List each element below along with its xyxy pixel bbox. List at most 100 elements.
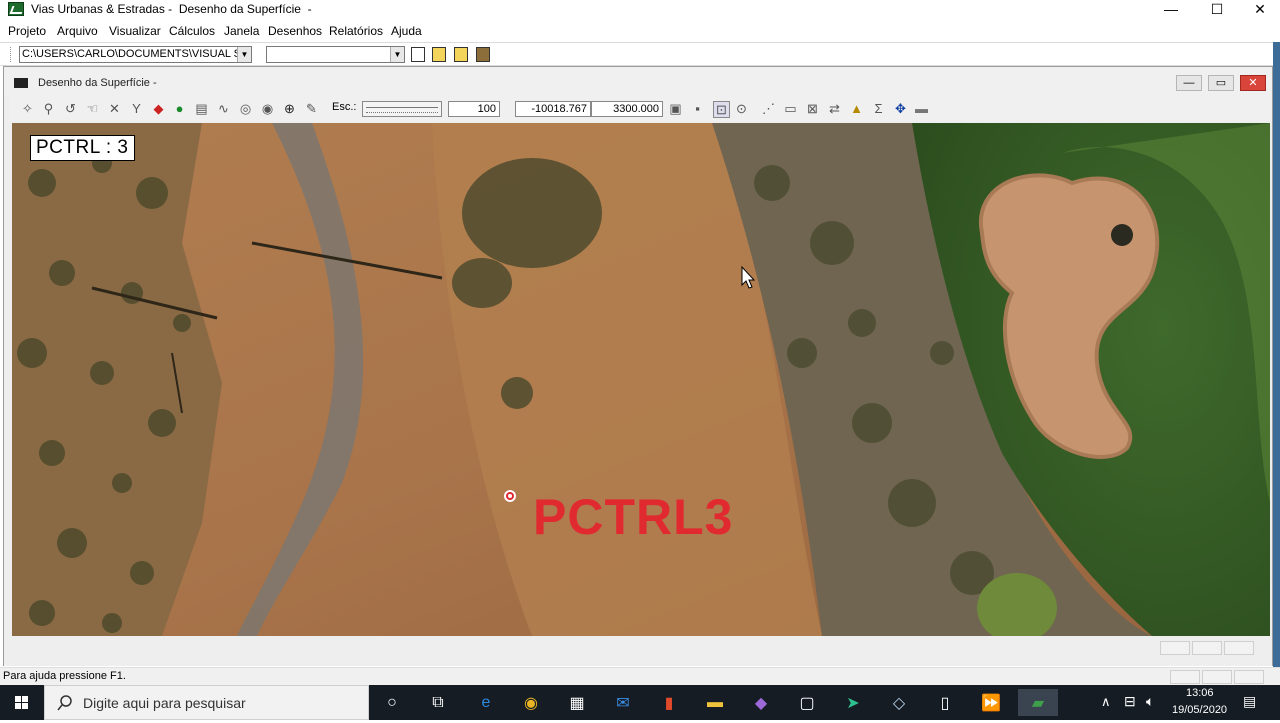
layer-icon[interactable]: ▤ — [194, 101, 209, 116]
menu-relatorios[interactable]: Relatórios — [329, 24, 383, 38]
status-help-text: Para ajuda pressione F1. — [3, 670, 126, 682]
menu-projeto[interactable]: Projeto — [8, 24, 46, 38]
aerial-image — [12, 123, 1270, 636]
volume-icon[interactable]: 🔈︎ — [1146, 693, 1154, 710]
network-icon[interactable]: ⊟ — [1124, 693, 1136, 710]
scale-value-field[interactable]: 100 — [448, 101, 500, 117]
save-view-icon[interactable]: ▣ — [668, 101, 683, 116]
disk-icon[interactable]: ▪ — [690, 101, 705, 116]
chrome-icon[interactable]: ◉ — [511, 689, 551, 716]
app-title: Vias Urbanas & Estradas - Desenho da Sup… — [31, 2, 312, 16]
contour-icon[interactable]: ⋰ — [761, 101, 776, 116]
menu-bar: Projeto Arquivo Visualizar Cálculos Jane… — [0, 21, 1280, 41]
lock-icon[interactable]: ▲ — [849, 101, 864, 116]
hand-icon[interactable]: ☜ — [85, 101, 100, 116]
swap-icon[interactable]: ⇄ — [827, 101, 842, 116]
globe-dark-icon[interactable]: ⊕ — [282, 101, 297, 116]
notifications-icon[interactable]: ▤ — [1243, 693, 1256, 710]
scale-label: Esc.: — [332, 101, 357, 113]
media-app-icon[interactable]: ⏩ — [971, 689, 1011, 716]
search-placeholder: Digite aqui para pesquisar — [83, 695, 246, 711]
new-document-icon[interactable] — [411, 47, 425, 62]
zoom-icon[interactable]: ⊙ — [734, 101, 749, 116]
delete-icon[interactable]: ⊠ — [805, 101, 820, 116]
background-window-edge — [1273, 42, 1280, 667]
app-title-bar: Vias Urbanas & Estradas - Desenho da Sup… — [0, 0, 1280, 19]
document-app-icon[interactable]: ▯ — [925, 689, 965, 716]
minimize-button[interactable]: — — [1148, 0, 1194, 19]
project-path-combo[interactable]: C:\USERS\CARLO\DOCUMENTS\VISUAL ST ▼ — [19, 46, 252, 63]
arrow-app-icon[interactable]: ➤ — [833, 689, 873, 716]
main-toolbar: C:\USERS\CARLO\DOCUMENTS\VISUAL ST ▼ ▼ — [0, 42, 1280, 66]
chevron-down-icon[interactable]: ▼ — [237, 47, 251, 62]
marker-icon[interactable]: ◆ — [151, 101, 166, 116]
drawing-minimize-button[interactable]: — — [1176, 75, 1202, 91]
status-cell — [1170, 670, 1200, 684]
sphere-icon[interactable]: ● — [172, 101, 187, 116]
window-icon[interactable]: ▭ — [783, 101, 798, 116]
clock-time[interactable]: 13:06 — [1186, 687, 1214, 699]
visual-studio-icon[interactable]: ◆ — [741, 689, 781, 716]
chevron-up-icon[interactable]: ∧ — [1101, 694, 1111, 710]
clock-date[interactable]: 19/05/2020 — [1172, 704, 1227, 716]
monitor-pointer-icon[interactable]: ⊡ — [713, 101, 730, 118]
store-icon[interactable]: ▦ — [557, 689, 597, 716]
cross-tool-icon[interactable]: ✕ — [107, 101, 122, 116]
profile-icon[interactable]: ∿ — [216, 101, 231, 116]
drawing-window-title-bar: Desenho da Superfície - — ▭ ✕ — [4, 67, 1272, 97]
select-points-icon[interactable]: ✧ — [20, 101, 35, 116]
sum-icon[interactable]: Σ — [871, 101, 886, 116]
task-view-icon[interactable]: ⧉ — [418, 689, 458, 716]
drawing-close-button[interactable]: ✕ — [1240, 75, 1266, 91]
control-point-marker[interactable] — [504, 490, 516, 502]
chevron-down-icon[interactable]: ▼ — [390, 47, 404, 62]
drawing-canvas[interactable]: PCTRL3 PCTRL : 3 — [12, 123, 1270, 636]
branch-icon[interactable]: Y — [129, 101, 144, 116]
drawing-toolbar: ✧ ⚲ ↺ ☜ ✕ Y ◆ ● ▤ ∿ ◎ ◉ ⊕ ✎ Esc.: 100 -1… — [10, 97, 1272, 121]
windows-taskbar: Digite aqui para pesquisar ○ ⧉ e ◉ ▦ ✉ ▮… — [0, 685, 1280, 720]
cortana-icon[interactable]: ○ — [372, 689, 412, 716]
drawing-restore-button[interactable]: ▭ — [1208, 75, 1234, 91]
copy-document-icon[interactable] — [454, 47, 468, 62]
window-app-icon[interactable]: ▢ — [787, 689, 827, 716]
project-path-value: C:\USERS\CARLO\DOCUMENTS\VISUAL ST — [22, 48, 248, 60]
office-icon[interactable]: ▮ — [649, 689, 689, 716]
globe-icon[interactable]: ◎ — [238, 101, 253, 116]
mail-icon[interactable]: ✉ — [603, 689, 643, 716]
balloon-icon[interactable]: ⚲ — [41, 101, 56, 116]
menu-desenhos[interactable]: Desenhos — [268, 24, 322, 38]
control-point-name-label: PCTRL3 — [533, 489, 734, 545]
menu-ajuda[interactable]: Ajuda — [391, 24, 422, 38]
menu-arquivo[interactable]: Arquivo — [57, 24, 98, 38]
scale-slider[interactable] — [362, 101, 442, 117]
coord-x-field: -10018.767 — [515, 101, 591, 117]
close-button[interactable]: ✕ — [1237, 0, 1280, 19]
menu-visualizar[interactable]: Visualizar — [109, 24, 161, 38]
status-cell — [1202, 670, 1232, 684]
maximize-button[interactable]: ☐ — [1194, 0, 1240, 19]
move-icon[interactable]: ✥ — [893, 101, 908, 116]
vias-urbanas-app-icon[interactable]: ▰ — [1018, 689, 1058, 716]
taskbar-search-box[interactable]: Digite aqui para pesquisar — [44, 685, 369, 720]
drawing-window-icon — [14, 78, 28, 88]
stamp-icon[interactable]: ▬ — [914, 101, 929, 116]
menu-calculos[interactable]: Cálculos — [169, 24, 215, 38]
search-icon — [57, 695, 72, 711]
status-cell — [1234, 670, 1264, 684]
open-folder-icon[interactable] — [432, 47, 446, 62]
toolbar-grip — [10, 47, 13, 62]
file-explorer-icon[interactable]: ▬ — [695, 689, 735, 716]
curve-icon[interactable]: ↺ — [63, 101, 78, 116]
drawing-combo[interactable]: ▼ — [266, 46, 405, 63]
control-point-info-label: PCTRL : 3 — [30, 135, 135, 161]
edge-icon[interactable]: e — [466, 689, 506, 716]
notes-app-icon[interactable]: ◇ — [879, 689, 919, 716]
pencil-icon[interactable]: ✎ — [304, 101, 319, 116]
windows-logo-icon — [15, 696, 28, 709]
status-bar: Para ajuda pressione F1. — [0, 667, 1280, 685]
print-icon[interactable] — [476, 47, 490, 62]
menu-janela[interactable]: Janela — [224, 24, 259, 38]
drawing-window-title: Desenho da Superfície - — [38, 77, 157, 89]
start-button[interactable] — [0, 685, 44, 720]
globe-search-icon[interactable]: ◉ — [260, 101, 275, 116]
